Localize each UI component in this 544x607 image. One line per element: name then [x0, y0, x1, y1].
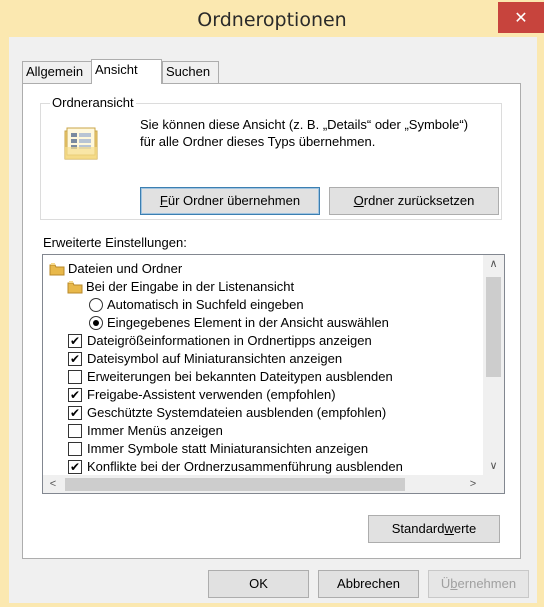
tab-allgemein-label: Allgemein: [26, 64, 84, 79]
checkbox-unchecked[interactable]: [68, 370, 82, 384]
tab-suchen-label: Suchen: [166, 64, 211, 79]
checkbox-checked[interactable]: ✔: [68, 334, 82, 348]
tab-ansicht[interactable]: Ansicht: [91, 59, 162, 84]
scroll-right-icon[interactable]: >: [463, 475, 483, 493]
apply-to-folders-label: ür Ordner übernehmen: [167, 193, 301, 208]
radio-button[interactable]: [89, 298, 103, 312]
scroll-up-icon[interactable]: ∧: [483, 255, 504, 273]
tree-item-label: Dateien und Ordner: [68, 261, 183, 276]
restore-defaults-mnemonic: w: [444, 521, 454, 536]
reset-folders-button[interactable]: Ordner zurücksetzen: [329, 187, 499, 215]
folder-view-description-line2: für alle Ordner dieses Typs übernehmen.: [140, 134, 376, 149]
horizontal-scrollbar[interactable]: < >: [43, 475, 504, 493]
folder-view-legend: Ordneransicht: [50, 95, 136, 110]
cancel-button-label: Abbrechen: [337, 576, 400, 591]
vertical-scrollbar[interactable]: ∧ ∨: [483, 255, 504, 475]
radio-button-selected[interactable]: [89, 316, 103, 330]
scroll-left-icon[interactable]: <: [43, 475, 63, 493]
checkbox-unchecked[interactable]: [68, 442, 82, 456]
tab-allgemein[interactable]: Allgemein: [22, 61, 92, 83]
tab-ansicht-label: Ansicht: [95, 62, 138, 77]
advanced-settings-label: Erweiterte Einstellungen:: [43, 235, 187, 250]
apply-to-folders-mnemonic: F: [159, 193, 168, 208]
apply-label-post: ernehmen: [457, 576, 517, 591]
checkbox-checked[interactable]: ✔: [68, 460, 82, 474]
close-button[interactable]: ✕: [498, 2, 544, 33]
tab-suchen[interactable]: Suchen: [162, 61, 219, 83]
radio-dot: [93, 320, 99, 326]
vertical-scroll-thumb[interactable]: [486, 277, 501, 377]
folder-view-icon: [63, 125, 99, 164]
option-label: Freigabe-Assistent verwenden (empfohlen): [87, 387, 336, 402]
option-label: Geschützte Systemdateien ausblenden (emp…: [87, 405, 387, 420]
scroll-down-icon[interactable]: ∨: [483, 457, 504, 475]
checkbox-checked[interactable]: ✔: [68, 388, 82, 402]
title-bar[interactable]: Ordneroptionen ✕: [0, 0, 544, 36]
apply-to-folders-button[interactable]: Für Ordner übernehmen: [140, 187, 320, 215]
horizontal-scroll-thumb[interactable]: [65, 478, 405, 491]
apply-button[interactable]: Übernehmen: [428, 570, 529, 598]
reset-folders-label: rdner zurücksetzen: [363, 193, 475, 208]
checkbox-checked[interactable]: ✔: [68, 406, 82, 420]
folder-icon: [67, 279, 83, 300]
window-title: Ordneroptionen: [197, 9, 347, 31]
folder-options-window: Ordneroptionen ✕ Allgemein Ansicht Suche…: [0, 0, 544, 607]
option-label: Erweiterungen bei bekannten Dateitypen a…: [87, 369, 393, 384]
folder-icon: [49, 261, 65, 282]
scrollbar-corner: [483, 475, 504, 493]
tree-item-label: Bei der Eingabe in der Listenansicht: [86, 279, 295, 294]
option-label: Dateigrößeinformationen in Ordnertipps a…: [87, 333, 372, 348]
close-icon: ✕: [514, 8, 528, 27]
option-label: Dateisymbol auf Miniaturansichten anzeig…: [87, 351, 343, 366]
restore-defaults-label-pre: Standard: [391, 521, 445, 536]
restore-defaults-button[interactable]: Standardwerte: [368, 515, 500, 543]
apply-label-pre: Ü: [440, 576, 451, 591]
restore-defaults-label-post: erte: [453, 521, 477, 536]
option-label: Automatisch in Suchfeld eingeben: [107, 297, 304, 312]
option-label: Eingegebenes Element in der Ansicht ausw…: [107, 315, 389, 330]
checkbox-checked[interactable]: ✔: [68, 352, 82, 366]
folder-view-description: Sie können diese Ansicht (z. B. „Details…: [140, 116, 500, 150]
option-label: Immer Symbole statt Miniaturansichten an…: [87, 441, 369, 456]
folder-view-description-line1: Sie können diese Ansicht (z. B. „Details…: [140, 117, 469, 132]
reset-folders-mnemonic: O: [353, 193, 364, 208]
cancel-button[interactable]: Abbrechen: [318, 570, 419, 598]
apply-mnemonic: b: [450, 576, 458, 591]
option-label: Immer Menüs anzeigen: [87, 423, 223, 438]
option-label: Konflikte bei der Ordnerzusammenführung …: [87, 459, 403, 474]
ok-button-label: OK: [249, 576, 268, 591]
advanced-settings-tree[interactable]: Dateien und Ordner Bei der Eingabe in de…: [42, 254, 505, 494]
ok-button[interactable]: OK: [208, 570, 309, 598]
checkbox-unchecked[interactable]: [68, 424, 82, 438]
